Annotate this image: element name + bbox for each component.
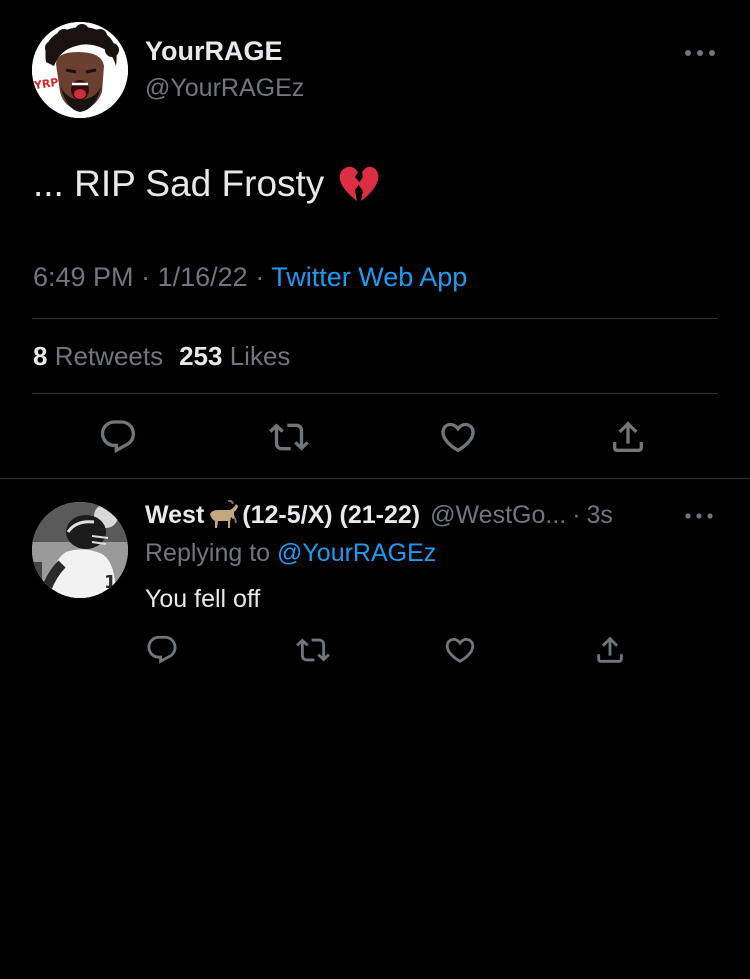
divider (32, 393, 718, 394)
reply-like-button[interactable] (443, 633, 477, 667)
more-dots-icon (685, 513, 713, 519)
meta-separator: · (255, 262, 272, 292)
broken-heart-icon (338, 164, 380, 204)
reply-author-avatar[interactable]: 1 (32, 502, 128, 598)
share-button[interactable] (608, 417, 648, 457)
author-avatar[interactable]: YRP (32, 22, 128, 118)
likes-count: 253 (179, 341, 223, 371)
divider (32, 318, 718, 319)
retweet-button[interactable] (269, 417, 309, 457)
cartoon-avatar-icon: YRP (32, 22, 128, 118)
goat-icon (206, 499, 240, 530)
reply-author-name-suffix[interactable]: (12-5/X) (21-22) (242, 501, 420, 530)
reply-reply-button[interactable] (145, 633, 179, 667)
tweet-text: ... RIP Sad Frosty (33, 163, 380, 205)
football-player-avatar-icon: 1 (32, 502, 128, 598)
retweet-icon (296, 638, 330, 662)
reply-text: You fell off (145, 585, 261, 613)
tweet-meta: 6:49 PM · 1/16/22 · Twitter Web App (33, 262, 467, 293)
replying-to-label: Replying to (145, 539, 271, 567)
reply-header: West (12-5/X) (21-22) @WestGo... · 3s (145, 499, 613, 530)
like-button[interactable] (438, 417, 478, 457)
tweet-source-link[interactable]: Twitter Web App (271, 262, 467, 292)
likes-stat[interactable]: 253 Likes (179, 341, 290, 371)
retweet-icon (269, 423, 309, 451)
retweets-stat[interactable]: 8 Retweets (33, 341, 163, 371)
like-icon (445, 637, 475, 663)
tweet-date[interactable]: 1/16/22 (158, 262, 248, 292)
reply-icon (100, 420, 136, 454)
author-display-name[interactable]: YourRAGE (145, 36, 283, 67)
reply-author-display-name[interactable]: West (145, 501, 204, 530)
meta-separator: · (141, 262, 158, 292)
replying-to-mention[interactable]: @YourRAGEz (277, 539, 436, 567)
share-icon (597, 636, 623, 663)
likes-label: Likes (229, 341, 291, 371)
share-icon (613, 421, 643, 452)
more-options-button[interactable] (680, 41, 720, 65)
like-icon (441, 422, 475, 453)
reply-share-button[interactable] (593, 633, 627, 667)
author-handle[interactable]: @YourRAGEz (145, 74, 304, 103)
reply-author-handle[interactable]: @WestGo... (430, 501, 566, 530)
retweets-count: 8 (33, 341, 48, 371)
divider (0, 478, 750, 479)
retweets-label: Retweets (54, 341, 164, 371)
reply-icon (147, 635, 177, 664)
tweet-text-content: ... RIP Sad Frosty (33, 163, 325, 204)
reply-time[interactable]: 3s (587, 501, 613, 530)
more-dots-icon (685, 50, 715, 56)
reply-button[interactable] (98, 417, 138, 457)
replying-to-line: Replying to @YourRAGEz (145, 539, 436, 568)
tweet-stats: 8 Retweets 253 Likes (33, 341, 290, 372)
svg-text:1: 1 (104, 572, 117, 593)
reply-more-options-button[interactable] (682, 505, 716, 527)
tweet-time[interactable]: 6:49 PM (33, 262, 134, 292)
reply-retweet-button[interactable] (296, 633, 330, 667)
meta-separator: · (572, 500, 581, 529)
